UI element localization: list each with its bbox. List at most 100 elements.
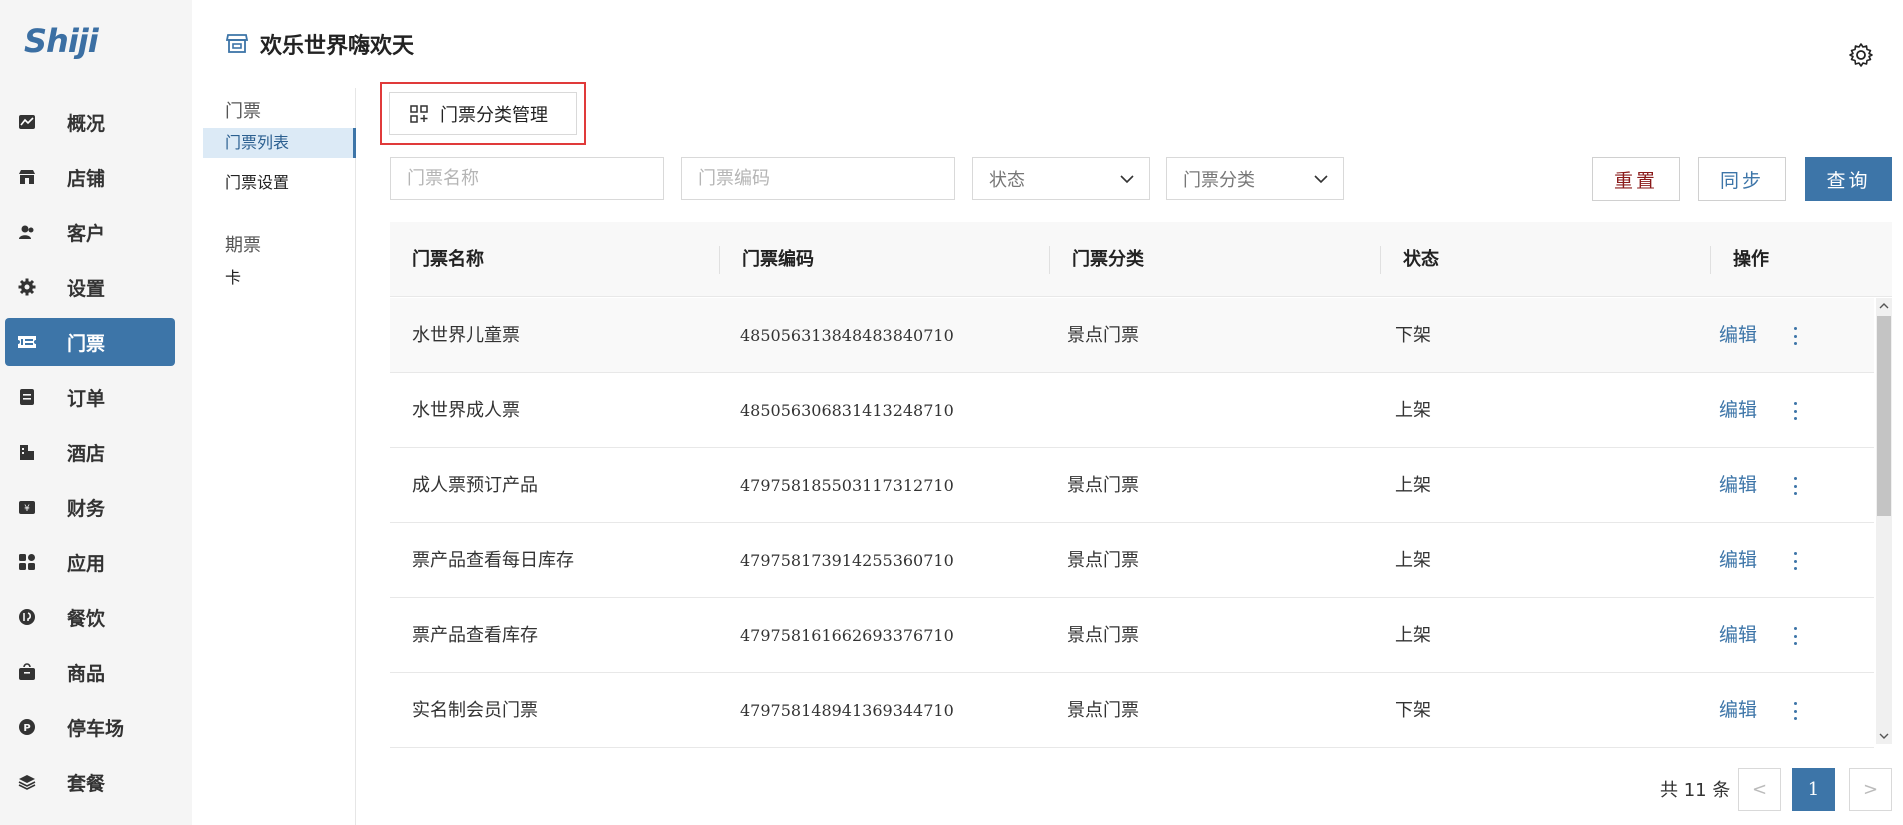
category-select-value: 门票分类: [1183, 169, 1255, 191]
category-select[interactable]: 门票分类: [1166, 157, 1344, 200]
nav-item-label: 餐饮: [67, 607, 106, 630]
nav-item-label: 应用: [67, 552, 106, 575]
cell-code: 479758161662693376710: [740, 626, 954, 645]
nav-item-label: 商品: [67, 662, 106, 685]
nav-item-orders[interactable]: 订单: [5, 373, 175, 421]
nav-item-label: 套餐: [67, 772, 106, 795]
table-row[interactable]: 实名制会员门票 479758148941369344710 景点门票 下架 编辑: [390, 673, 1874, 748]
nav-item-label: 概况: [67, 112, 106, 135]
nav-item-hotel[interactable]: 酒店: [5, 428, 175, 476]
ticket-name-input[interactable]: [407, 168, 663, 189]
nav-item-finance[interactable]: ¥ 财务: [5, 483, 175, 531]
goods-icon: [17, 662, 37, 682]
more-actions-icon[interactable]: [1790, 699, 1800, 723]
order-icon: [17, 387, 37, 407]
more-actions-icon[interactable]: [1790, 624, 1800, 648]
more-actions-icon[interactable]: [1790, 474, 1800, 498]
finance-icon: ¥: [17, 497, 37, 517]
table-row[interactable]: 票产品查看库存 479758161662693376710 景点门票 上架 编辑: [390, 598, 1874, 673]
column-header-status: 状态: [1403, 249, 1439, 270]
more-actions-icon[interactable]: [1790, 324, 1800, 348]
query-button[interactable]: 查询: [1805, 157, 1892, 201]
cell-category: 景点门票: [1067, 475, 1139, 496]
svg-text:¥: ¥: [24, 504, 30, 514]
cell-name: 实名制会员门票: [412, 700, 538, 721]
nav-item-parking[interactable]: P 停车场: [5, 703, 175, 751]
nav-item-customers[interactable]: 客户: [5, 208, 175, 256]
scroll-down-arrow-icon[interactable]: [1876, 728, 1892, 744]
table-row[interactable]: 水世界成人票 485056306831413248710 上架 编辑: [390, 373, 1874, 448]
package-icon: [17, 772, 37, 792]
ticket-code-input[interactable]: [698, 168, 954, 189]
gear-icon: [17, 277, 37, 297]
category-grid-icon: [410, 104, 428, 123]
pagination-page-button[interactable]: 1: [1792, 768, 1835, 811]
category-manage-button[interactable]: 门票分类管理: [389, 92, 577, 135]
ticket-code-input-wrap: [681, 157, 955, 200]
column-divider: [719, 246, 720, 274]
nav-item-settings[interactable]: 设置: [5, 263, 175, 311]
subnav-item-ticket-settings[interactable]: 门票设置: [203, 168, 356, 198]
nav-item-goods[interactable]: 商品: [5, 648, 175, 696]
apps-icon: [17, 552, 37, 572]
subnav-item-card[interactable]: 卡: [203, 263, 356, 293]
svg-text:P: P: [23, 723, 30, 734]
reset-button[interactable]: 重置: [1592, 157, 1680, 201]
hotel-icon: [17, 442, 37, 462]
shiji-logo[interactable]: Shiji: [24, 18, 104, 62]
sync-button[interactable]: 同步: [1698, 157, 1786, 201]
subnav-group-tickets: 门票: [225, 101, 261, 122]
column-header-name: 门票名称: [412, 249, 484, 270]
scroll-up-arrow-icon[interactable]: [1876, 298, 1892, 314]
subnav-item-ticket-list[interactable]: 门票列表: [203, 128, 356, 158]
table-row[interactable]: 水世界儿童票 485056313848483840710 景点门票 下架 编辑: [390, 298, 1874, 373]
category-manage-label: 门票分类管理: [440, 104, 548, 126]
pagination-prev-button[interactable]: <: [1738, 768, 1781, 811]
nav-item-package[interactable]: 套餐: [5, 758, 175, 806]
pagination-total: 共 11 条: [1660, 780, 1731, 801]
table-header: 门票名称 门票编码 门票分类 状态 操作: [390, 222, 1892, 297]
nav-item-dining[interactable]: 餐饮: [5, 593, 175, 641]
edit-link[interactable]: 编辑: [1719, 373, 1757, 448]
edit-link[interactable]: 编辑: [1719, 523, 1757, 598]
settings-gear-icon[interactable]: [1848, 42, 1874, 68]
edit-link[interactable]: 编辑: [1719, 298, 1757, 373]
pagination-next-button[interactable]: >: [1849, 768, 1892, 811]
status-select[interactable]: 状态: [972, 157, 1150, 200]
edit-link[interactable]: 编辑: [1719, 598, 1757, 673]
table-scrollbar[interactable]: [1876, 298, 1892, 744]
edit-link[interactable]: 编辑: [1719, 448, 1757, 523]
table-row[interactable]: 票产品查看每日库存 479758173914255360710 景点门票 上架 …: [390, 523, 1874, 598]
ticket-icon: [17, 332, 37, 352]
more-actions-icon[interactable]: [1790, 399, 1800, 423]
chevron-down-icon: [1313, 168, 1329, 189]
cell-name: 成人票预订产品: [412, 475, 538, 496]
parking-icon: P: [17, 717, 37, 737]
cell-name: 票产品查看每日库存: [412, 550, 574, 571]
nav-item-label: 客户: [67, 222, 106, 245]
nav-item-label: 财务: [67, 497, 106, 520]
page-title: 欢乐世界嗨欢天: [260, 34, 415, 59]
cell-status: 上架: [1395, 625, 1431, 646]
more-actions-icon[interactable]: [1790, 549, 1800, 573]
store-icon: [17, 167, 37, 187]
column-divider: [1049, 246, 1050, 274]
nav-item-store[interactable]: 店铺: [5, 153, 175, 201]
nav-item-apps[interactable]: 应用: [5, 538, 175, 586]
cell-status: 上架: [1395, 550, 1431, 571]
scrollbar-thumb[interactable]: [1877, 316, 1891, 516]
cell-status: 上架: [1395, 400, 1431, 421]
cell-code: 479758173914255360710: [740, 551, 954, 570]
edit-link[interactable]: 编辑: [1719, 673, 1757, 748]
store-front-icon: [225, 32, 249, 54]
cell-category: 景点门票: [1067, 550, 1139, 571]
table-row[interactable]: 成人票预订产品 479758185503117312710 景点门票 上架 编辑: [390, 448, 1874, 523]
nav-item-tickets[interactable]: 门票: [5, 318, 175, 366]
cell-name: 水世界儿童票: [412, 325, 520, 346]
nav-item-overview[interactable]: 概况: [5, 98, 175, 146]
left-sidebar: Shiji 概况 店铺 客户 设置 门票 订单 酒店 ¥ 财务 应用 餐饮 商品…: [0, 0, 192, 825]
column-header-code: 门票编码: [742, 249, 814, 270]
nav-item-label: 停车场: [67, 717, 125, 740]
nav-item-label: 设置: [67, 277, 106, 300]
cell-code: 479758185503117312710: [740, 476, 954, 495]
